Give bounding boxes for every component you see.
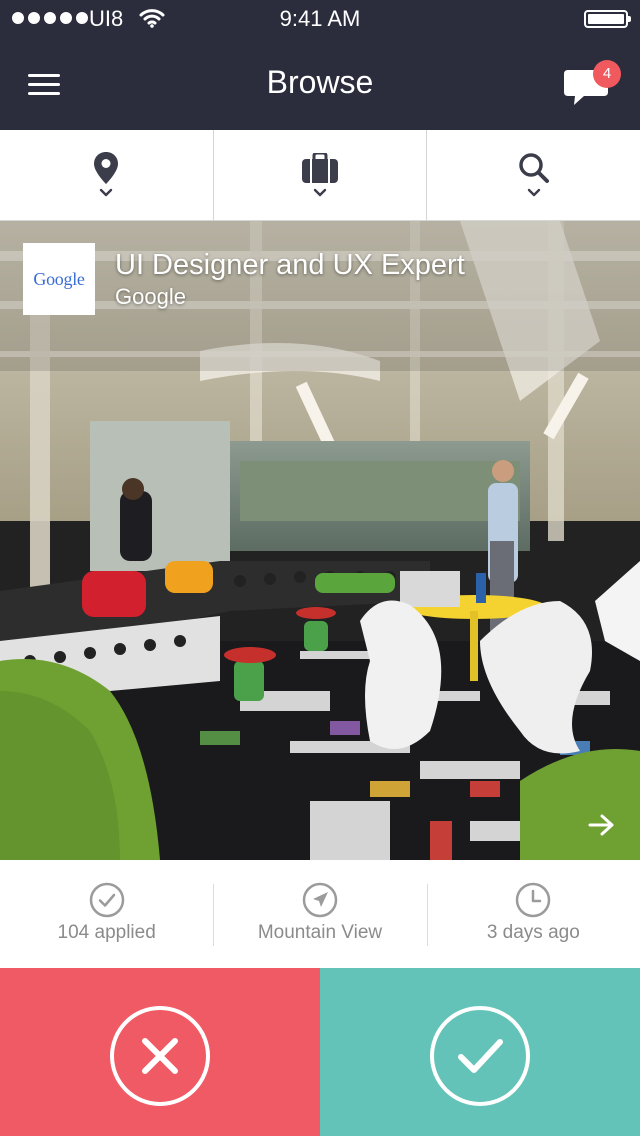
location-pin-icon [94, 152, 119, 184]
reject-button[interactable] [0, 968, 320, 1136]
search-icon [518, 153, 549, 183]
notification-badge: 4 [593, 60, 621, 88]
job-title: UI Designer and UX Expert [115, 249, 465, 281]
accept-circle [430, 1006, 530, 1106]
briefcase-icon [302, 153, 338, 183]
office-photo [0, 221, 640, 860]
stat-label: 104 applied [57, 922, 156, 943]
chevron-down-icon [313, 188, 327, 197]
status-bar: UI8 9:41 AM [0, 0, 640, 40]
page-title: Browse [266, 64, 374, 100]
company-logo-text: Google [33, 269, 85, 289]
filter-bar [0, 130, 640, 221]
company-logo: Google [23, 243, 95, 315]
stat-posted: 3 days ago [426, 860, 640, 968]
search-filter-button[interactable] [426, 130, 640, 220]
job-card[interactable]: Google UI Designer and UX Expert Google [0, 221, 640, 860]
close-icon [142, 1038, 178, 1074]
location-filter-button[interactable] [0, 130, 213, 220]
reject-circle [110, 1006, 210, 1106]
job-browse-screen: UI8 9:41 AM Browse 4 Google UI Designer … [0, 0, 640, 1136]
job-stats: 104 applied Mountain View 3 days ago [0, 860, 640, 968]
check-circle-icon [89, 882, 124, 918]
stat-applied: 104 applied [0, 860, 213, 968]
chevron-down-icon [100, 188, 113, 197]
header: UI8 9:41 AM Browse 4 [0, 0, 640, 130]
stat-label: 3 days ago [486, 922, 580, 943]
next-arrow-icon[interactable] [588, 813, 616, 837]
accept-button[interactable] [320, 968, 640, 1136]
status-time: 9:41 AM [279, 6, 361, 31]
battery-icon [584, 10, 631, 28]
stat-label: Mountain View [257, 922, 383, 943]
checkmark-icon [458, 1039, 503, 1073]
clock-icon [516, 882, 551, 918]
stat-location: Mountain View [213, 860, 426, 968]
company-name: Google [115, 284, 186, 309]
job-type-filter-button[interactable] [212, 130, 427, 220]
location-arrow-icon [302, 882, 338, 918]
chevron-down-icon [527, 188, 540, 197]
messages-button[interactable]: 4 [560, 60, 621, 112]
